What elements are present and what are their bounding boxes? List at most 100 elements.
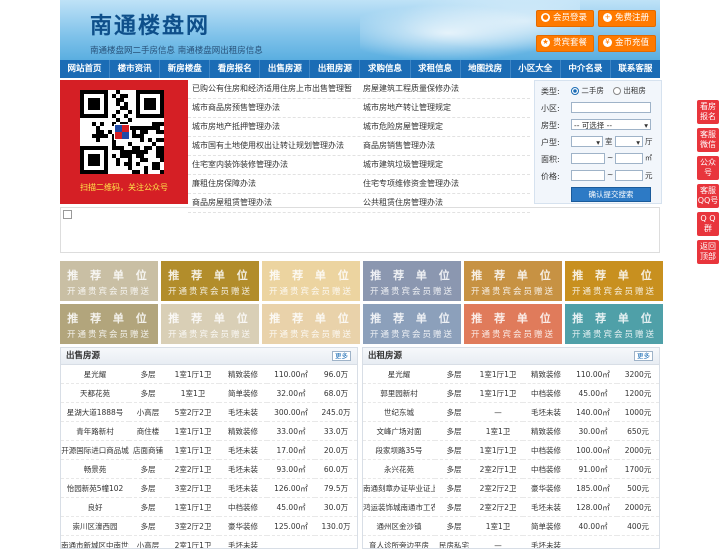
area-min-input[interactable] — [571, 153, 605, 164]
search-submit-button[interactable]: 确认提交搜索 — [571, 187, 651, 202]
listing-row[interactable]: 良好多层1室1厅1卫中档装修45.00㎡30.0万 — [61, 498, 357, 517]
nav-item-6[interactable]: 求购信息 — [360, 60, 410, 78]
listing-name[interactable]: 星湖大道1888号 — [61, 403, 129, 422]
policy-link[interactable]: 住宅专项维修资金管理办法 — [359, 175, 530, 193]
listing-name[interactable]: 育人诊所旁边平房 — [363, 536, 435, 549]
listing-name[interactable]: 郭里园新村 — [363, 384, 435, 403]
listing-row[interactable]: 世纪东城多层—毛坯未装140.00㎡1000元 — [363, 403, 659, 422]
nav-item-11[interactable]: 联系客服 — [611, 60, 660, 78]
floating-button-5[interactable]: 返回 顶部 — [697, 240, 719, 264]
floating-button-0[interactable]: 看房 报名 — [697, 100, 719, 124]
listing-name[interactable]: 星光耀 — [363, 365, 435, 384]
housetype-select[interactable]: -- 可选择 --▾ — [571, 119, 651, 130]
nav-item-2[interactable]: 新房楼盘 — [160, 60, 210, 78]
floating-button-1[interactable]: 客服 微信 — [697, 128, 719, 152]
listing-row[interactable]: 怡园新苑5幢102多层3室2厅1卫毛坯未装126.00㎡79.5万 — [61, 479, 357, 498]
listing-name[interactable]: 永兴花苑 — [363, 460, 435, 479]
nav-item-10[interactable]: 中介名录 — [561, 60, 611, 78]
listing-name[interactable]: 南通刻章办证毕业证上 — [363, 479, 435, 498]
listing-name[interactable]: 文峰广场对面 — [363, 422, 435, 441]
policy-link[interactable]: 城市国有土地使用权出让转让规划管理办法 — [188, 137, 359, 155]
listing-name[interactable]: 南通市新城区中南世纪 — [61, 536, 129, 549]
policy-link[interactable]: 城市商品房预售管理办法 — [188, 99, 359, 117]
recommended-unit-tile[interactable]: 推 荐 单 位开通贵宾会员赠送 — [262, 261, 360, 301]
ad-banner[interactable] — [60, 207, 660, 253]
nav-item-4[interactable]: 出售房源 — [260, 60, 310, 78]
policy-link[interactable]: 城市建筑垃圾管理规定 — [359, 156, 530, 174]
login-button[interactable]: ●会员登录 — [536, 10, 594, 27]
floating-button-3[interactable]: 客服 QQ号 — [697, 184, 719, 208]
listing-row[interactable]: 南通刻章办证毕业证上多层2室2厅2卫豪华装修185.00㎡500元 — [363, 479, 659, 498]
listing-row[interactable]: 青年路新村商住楼1室1厅1卫精致装修33.00㎡33.0万 — [61, 422, 357, 441]
recommended-unit-tile[interactable]: 推 荐 单 位开通贵宾会员赠送 — [565, 304, 663, 344]
listing-row[interactable]: 永兴花苑多层2室2厅1卫中档装修91.00㎡1700元 — [363, 460, 659, 479]
listing-row[interactable]: 南通市新城区中南世纪小高层2室1厅1卫毛坯未装 — [61, 536, 357, 549]
listing-name[interactable]: 天都花苑 — [61, 384, 129, 403]
recommended-unit-tile[interactable]: 推 荐 单 位开通贵宾会员赠送 — [60, 261, 158, 301]
recommended-unit-tile[interactable]: 推 荐 单 位开通贵宾会员赠送 — [60, 304, 158, 344]
policy-link[interactable]: 城市房地产转让管理规定 — [359, 99, 530, 117]
listing-name[interactable]: 开源国际进口商品城 — [61, 441, 129, 460]
room-select[interactable]: ▾ — [571, 136, 603, 147]
type-radio-rent[interactable]: 出租房 — [613, 85, 646, 96]
listing-row[interactable]: 星湖大道1888号小高层5室2厅2卫毛坯未装300.00㎡245.0万 — [61, 403, 357, 422]
coin-recharge-button[interactable]: ¥金币充值 — [598, 35, 656, 52]
policy-link[interactable]: 房屋建筑工程质量保修办法 — [359, 80, 530, 98]
listing-name[interactable]: 通州区金沙镇 — [363, 517, 435, 536]
listing-name[interactable]: 鸿运装饰城南通市工农 — [363, 498, 435, 517]
listing-row[interactable]: 天都花苑多层1室1卫简单装修32.00㎡68.0万 — [61, 384, 357, 403]
listing-row[interactable]: 星光耀多层1室1厅1卫精致装修110.00㎡3200元 — [363, 365, 659, 384]
floating-button-2[interactable]: 公众 号 — [697, 156, 719, 180]
area-max-input[interactable] — [615, 153, 643, 164]
recommended-unit-tile[interactable]: 推 荐 单 位开通贵宾会员赠送 — [565, 261, 663, 301]
listing-row[interactable]: 鸿运装饰城南通市工农多层2室2厅2卫毛坯未装128.00㎡2000元 — [363, 498, 659, 517]
listing-row[interactable]: 崇川区濠西园多层3室2厅2卫豪华装修125.00㎡130.0万 — [61, 517, 357, 536]
vip-package-button[interactable]: ★贵宾套餐 — [536, 35, 594, 52]
listing-name[interactable]: 良好 — [61, 498, 129, 517]
nav-item-5[interactable]: 出租房源 — [310, 60, 360, 78]
price-max-input[interactable] — [615, 170, 643, 181]
listing-name[interactable]: 青年路新村 — [61, 422, 129, 441]
hall-select[interactable]: ▾ — [615, 136, 643, 147]
type-radio-sale[interactable]: 二手房 — [571, 85, 604, 96]
nav-item-0[interactable]: 网站首页 — [60, 60, 110, 78]
site-logo-title[interactable]: 南通楼盘网 — [90, 8, 210, 40]
policy-link[interactable]: 城市危险房屋管理规定 — [359, 118, 530, 136]
listing-row[interactable]: 开源国际进口商品城店面商铺1室1厅1卫毛坯未装17.00㎡20.0万 — [61, 441, 357, 460]
recommended-unit-tile[interactable]: 推 荐 单 位开通贵宾会员赠送 — [363, 261, 461, 301]
policy-link[interactable]: 住宅室内装饰装修管理办法 — [188, 156, 359, 174]
listing-row[interactable]: 通州区金沙镇多层1室1卫简单装修40.00㎡400元 — [363, 517, 659, 536]
listing-name[interactable]: 畅景苑 — [61, 460, 129, 479]
recommended-unit-tile[interactable]: 推 荐 单 位开通贵宾会员赠送 — [262, 304, 360, 344]
nav-item-1[interactable]: 楼市资讯 — [110, 60, 160, 78]
nav-item-3[interactable]: 看房报名 — [210, 60, 260, 78]
listing-row[interactable]: 文峰广场对面多层1室1卫精致装修30.00㎡650元 — [363, 422, 659, 441]
policy-link[interactable]: 已购公有住房和经济适用住房上市出售管理暂 — [188, 80, 359, 98]
nav-item-8[interactable]: 地图找房 — [461, 60, 511, 78]
recommended-unit-tile[interactable]: 推 荐 单 位开通贵宾会员赠送 — [464, 304, 562, 344]
listing-name[interactable]: 怡园新苑5幢102 — [61, 479, 129, 498]
sale-more-button[interactable]: 更多 — [332, 351, 351, 361]
listing-name[interactable]: 崇川区濠西园 — [61, 517, 129, 536]
listing-row[interactable]: 星光耀多层1室1厅1卫精致装修110.00㎡96.0万 — [61, 365, 357, 384]
listing-row[interactable]: 郭里园新村多层1室1厅1卫中档装修45.00㎡1200元 — [363, 384, 659, 403]
recommended-unit-tile[interactable]: 推 荐 单 位开通贵宾会员赠送 — [161, 261, 259, 301]
register-button[interactable]: +免费注册 — [598, 10, 656, 27]
listing-row[interactable]: 段家坝路35号多层1室1厅1卫中档装修100.00㎡2000元 — [363, 441, 659, 460]
listing-name[interactable]: 星光耀 — [61, 365, 129, 384]
recommended-unit-tile[interactable]: 推 荐 单 位开通贵宾会员赠送 — [363, 304, 461, 344]
price-min-input[interactable] — [571, 170, 605, 181]
policy-link[interactable]: 商品房销售管理办法 — [359, 137, 530, 155]
policy-link[interactable]: 城市房地产抵押管理办法 — [188, 118, 359, 136]
listing-row[interactable]: 育人诊所旁边平房民房私宅—毛坯未装 — [363, 536, 659, 549]
floating-button-4[interactable]: Q Q 群 — [697, 212, 719, 236]
listing-name[interactable]: 世纪东城 — [363, 403, 435, 422]
recommended-unit-tile[interactable]: 推 荐 单 位开通贵宾会员赠送 — [464, 261, 562, 301]
policy-link[interactable]: 廉租住房保障办法 — [188, 175, 359, 193]
listing-name[interactable]: 段家坝路35号 — [363, 441, 435, 460]
nav-item-7[interactable]: 求租信息 — [411, 60, 461, 78]
rent-more-button[interactable]: 更多 — [634, 351, 653, 361]
nav-item-9[interactable]: 小区大全 — [511, 60, 561, 78]
listing-row[interactable]: 畅景苑多层2室2厅1卫毛坯未装93.00㎡60.0万 — [61, 460, 357, 479]
recommended-unit-tile[interactable]: 推 荐 单 位开通贵宾会员赠送 — [161, 304, 259, 344]
